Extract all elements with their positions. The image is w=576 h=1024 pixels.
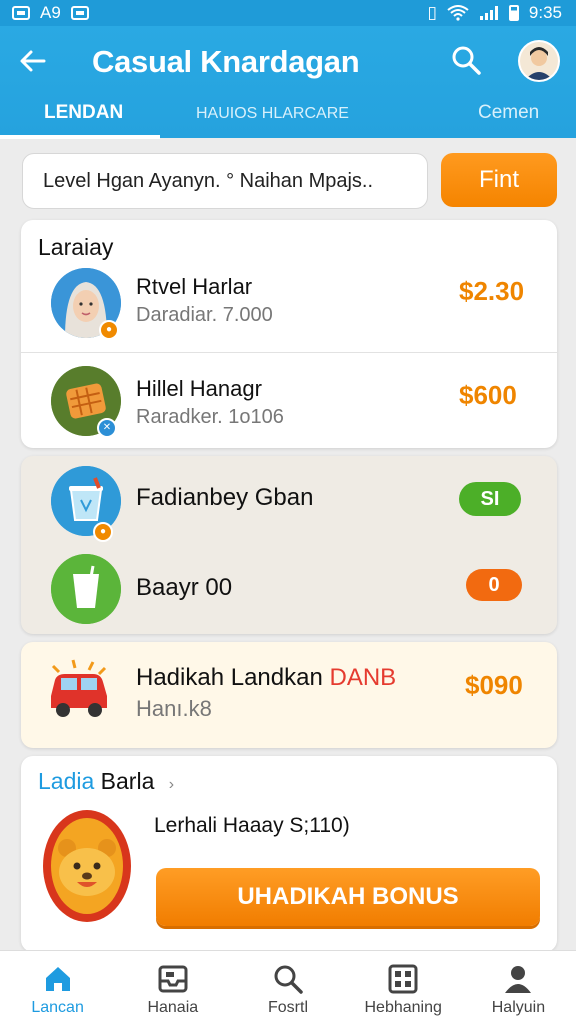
status-badge[interactable]: SI bbox=[459, 482, 521, 516]
item-name: Hillel Hanagr bbox=[136, 376, 262, 401]
nav-label: Halyuin bbox=[491, 999, 546, 1016]
coin-badge-icon: ● bbox=[99, 320, 119, 340]
find-button[interactable]: Fint bbox=[441, 153, 557, 207]
item-sub: Raradker. 1o106 bbox=[136, 406, 284, 428]
inbox-icon bbox=[158, 965, 188, 993]
promo-sub: Hanı.k8 bbox=[136, 696, 212, 721]
wifi-icon bbox=[447, 5, 469, 21]
battery-icon bbox=[508, 5, 519, 21]
nav-item-hanaia[interactable]: Hanaia bbox=[115, 951, 230, 1024]
search-icon bbox=[274, 965, 303, 994]
tab-indicator bbox=[0, 135, 160, 139]
promo-highlight: DANB bbox=[329, 664, 397, 691]
promo-title-text: Hadikah Landkan bbox=[136, 664, 323, 691]
bottom-nav: Lancan Hanaia Fosrtl Hebhaning Halyuin bbox=[0, 950, 576, 1024]
status-bar: A9 ▯ 9:35 bbox=[0, 0, 576, 26]
page-title: Casual Knardagan bbox=[92, 44, 360, 79]
bonus-title-accent: Ladia bbox=[38, 768, 95, 794]
nav-item-home[interactable]: Lancan bbox=[0, 951, 115, 1024]
coin-badge-icon: ● bbox=[93, 522, 113, 542]
bonus-text: Lerhali Haaay S;110) bbox=[154, 814, 350, 837]
notification-icon bbox=[12, 6, 30, 20]
tab-hauios[interactable]: HAUIOS HLARCARE bbox=[196, 105, 349, 123]
grid-icon bbox=[388, 964, 418, 994]
promo-title: Hadikah Landkan DANB bbox=[136, 664, 396, 692]
item-name: Rtvel Harlar bbox=[136, 274, 253, 299]
status-time: 9:35 bbox=[528, 3, 562, 22]
bonus-title[interactable]: Ladia Barla › bbox=[38, 768, 174, 795]
item-sub: Daradiar. 7.000 bbox=[136, 304, 273, 326]
promo-card[interactable]: Hadikah Landkan DANB Hanı.k8 $090 bbox=[21, 642, 557, 748]
bear-mascot-icon bbox=[41, 808, 133, 924]
nav-label: Hanaia bbox=[147, 999, 199, 1016]
nav-label: Lancan bbox=[31, 999, 84, 1016]
item-price: $600 bbox=[459, 380, 517, 410]
app-bar: Casual Knardagan LENDAN HAUIOS HLARCARE … bbox=[0, 26, 576, 139]
tab-cemen[interactable]: Cemen bbox=[478, 102, 539, 124]
nav-item-search[interactable]: Fosrtl bbox=[230, 951, 345, 1024]
avatar[interactable] bbox=[518, 40, 560, 82]
nav-label: Fosrtl bbox=[268, 999, 308, 1016]
red-car-icon bbox=[43, 654, 113, 724]
image-notification-icon bbox=[70, 6, 89, 20]
back-arrow-icon[interactable] bbox=[16, 46, 50, 80]
tab-lendan[interactable]: LENDAN bbox=[44, 102, 123, 124]
promo-price: $090 bbox=[465, 670, 523, 700]
cup-icon bbox=[51, 554, 121, 624]
divider bbox=[21, 352, 557, 353]
nav-item-hebhaning[interactable]: Hebhaning bbox=[346, 951, 461, 1024]
home-icon bbox=[45, 967, 70, 991]
search-icon[interactable] bbox=[450, 44, 484, 78]
tab-bar: LENDAN HAUIOS HLARCARE Cemen bbox=[0, 98, 576, 139]
section-title: Laraiay bbox=[38, 234, 114, 260]
count-badge[interactable]: 0 bbox=[466, 569, 522, 601]
status-text-left: A9 bbox=[40, 3, 61, 22]
list-card: Laraiay ● Rtvel Harlar Daradiar. 7.000 $… bbox=[21, 220, 557, 448]
task-name: Fadianbey Gban bbox=[136, 484, 314, 511]
task-name: Baayr 00 bbox=[136, 574, 233, 601]
nav-label: Hebhaning bbox=[364, 999, 442, 1016]
signal-icon bbox=[479, 6, 498, 20]
tool-badge-icon: ✕ bbox=[97, 418, 117, 438]
search-input[interactable]: Level Hgan Ayanyn. ° Naihan Mpajs.. bbox=[22, 153, 428, 209]
person-icon bbox=[505, 966, 532, 993]
bonus-button[interactable]: UHADIKAH BONUS bbox=[156, 868, 540, 926]
tasks-card: ● Fadianbey Gban SI Baayr 00 0 bbox=[21, 456, 557, 634]
item-price: $2.30 bbox=[459, 276, 525, 306]
bonus-card: Ladia Barla › Lerhali Haaay S;110) UHADI… bbox=[21, 756, 557, 952]
nav-item-profile[interactable]: Halyuin bbox=[461, 951, 576, 1024]
bonus-title-rest: Barla bbox=[100, 768, 155, 794]
vibrate-icon: ▯ bbox=[427, 3, 437, 22]
chevron-right-icon: › bbox=[168, 776, 175, 793]
